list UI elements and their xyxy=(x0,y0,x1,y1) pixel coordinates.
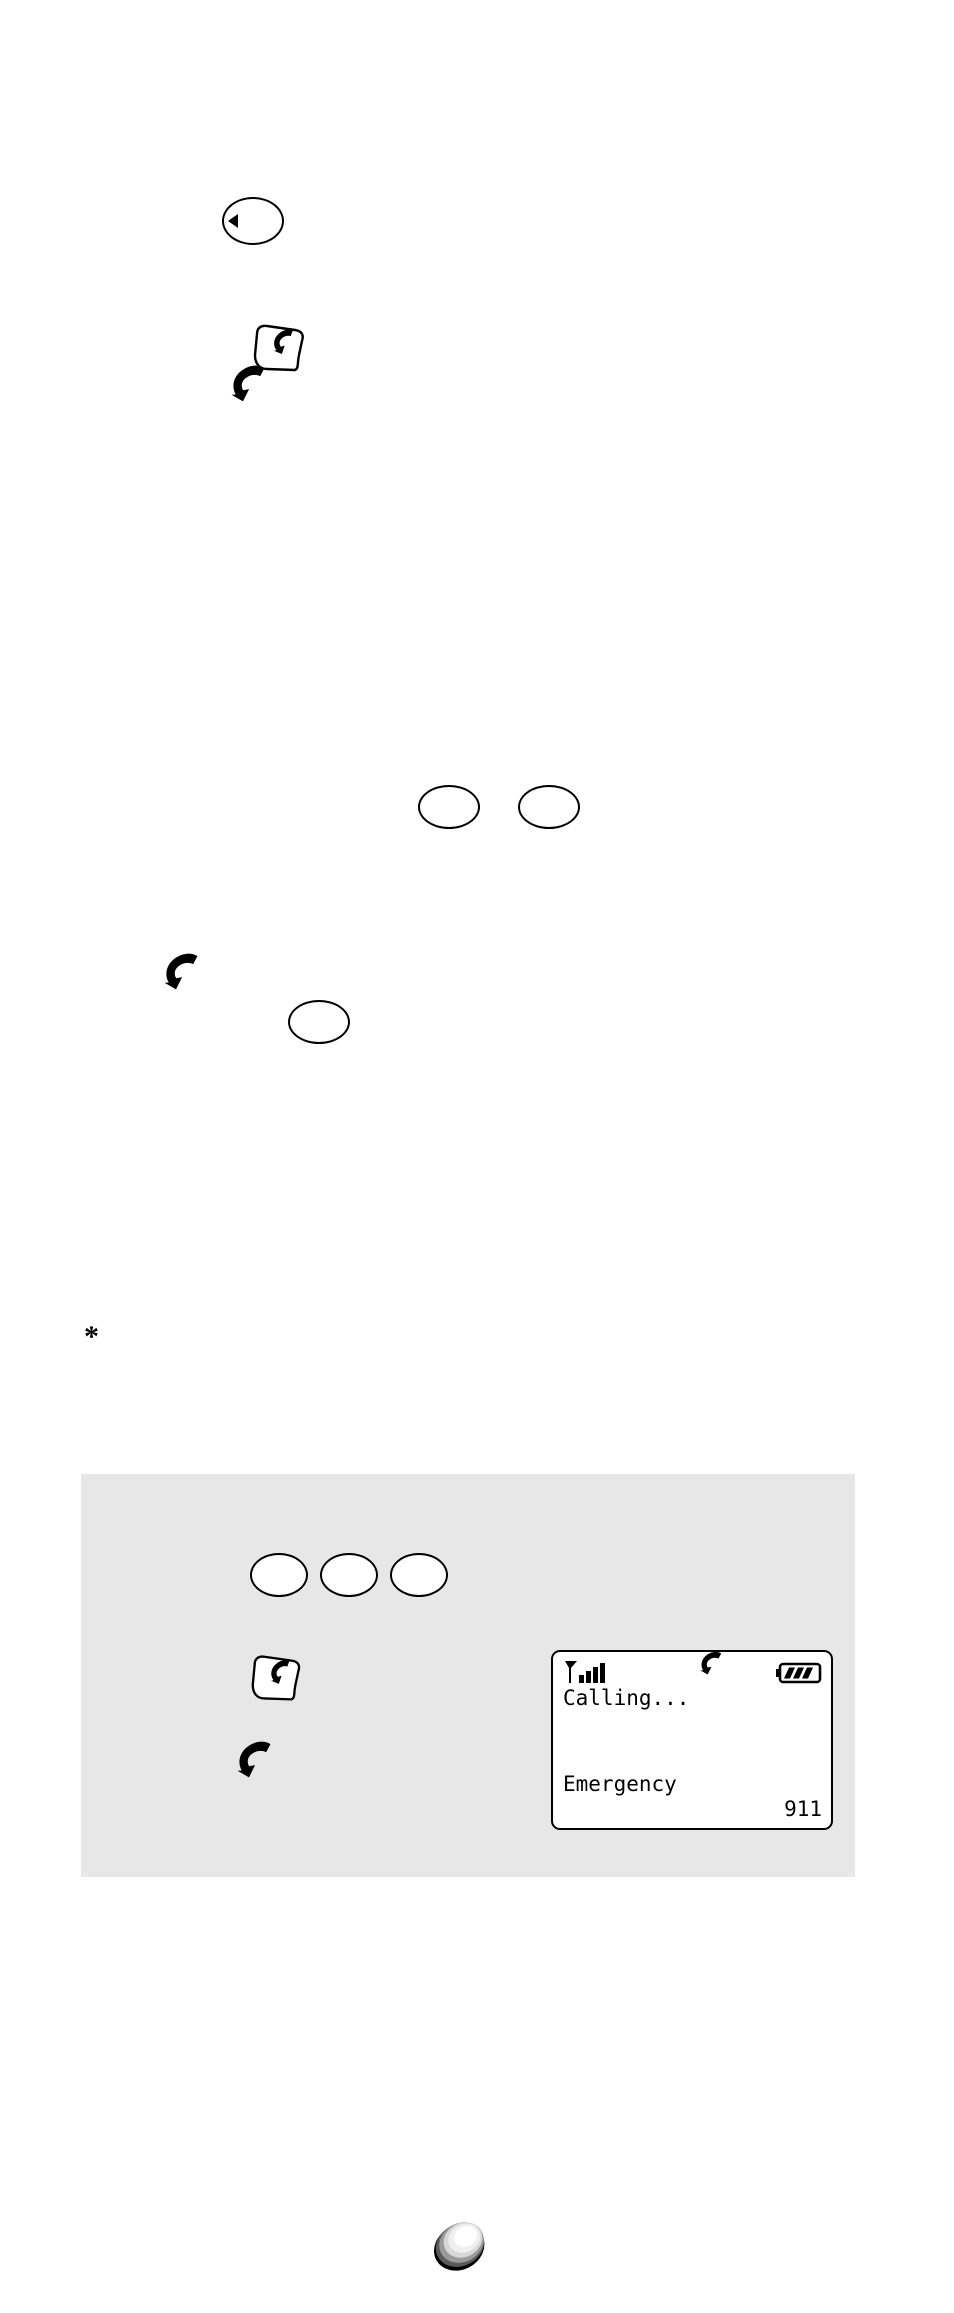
triangle-left-icon xyxy=(228,214,238,228)
lcd-dialed-number: 911 xyxy=(784,1797,822,1821)
manual-page: * Calling... Emergency 911 xyxy=(0,0,954,2313)
call-state-indicator xyxy=(694,1651,728,1683)
blank-key-ellipse xyxy=(250,1553,308,1597)
blank-key-ellipse xyxy=(288,1000,350,1044)
blank-key-ellipse xyxy=(390,1553,448,1597)
blank-key-ellipse xyxy=(518,785,580,829)
handset-icon xyxy=(226,1741,280,1794)
lcd-status-bar xyxy=(563,1651,822,1685)
antenna-signal-icon xyxy=(563,1659,619,1685)
footnote-asterisk: * xyxy=(84,1320,99,1353)
lcd-blank-area xyxy=(563,1711,822,1772)
phone-lcd-display: Calling... Emergency 911 xyxy=(551,1650,833,1830)
sphere-logo xyxy=(428,2213,492,2277)
blank-key-ellipse xyxy=(418,785,480,829)
handset-icon xyxy=(220,365,274,418)
signal-strength-indicator xyxy=(563,1659,619,1685)
left-arrow-key-icon xyxy=(222,197,284,245)
blank-key-ellipse xyxy=(320,1553,378,1597)
handset-icon xyxy=(153,953,207,1006)
lcd-contact-label: Emergency xyxy=(563,1772,677,1796)
lcd-status-text: Calling... xyxy=(563,1686,690,1710)
battery-indicator xyxy=(776,1661,822,1685)
handset-in-call-icon xyxy=(694,1651,728,1683)
battery-icon xyxy=(776,1661,822,1685)
send-key-icon xyxy=(245,1652,309,1708)
